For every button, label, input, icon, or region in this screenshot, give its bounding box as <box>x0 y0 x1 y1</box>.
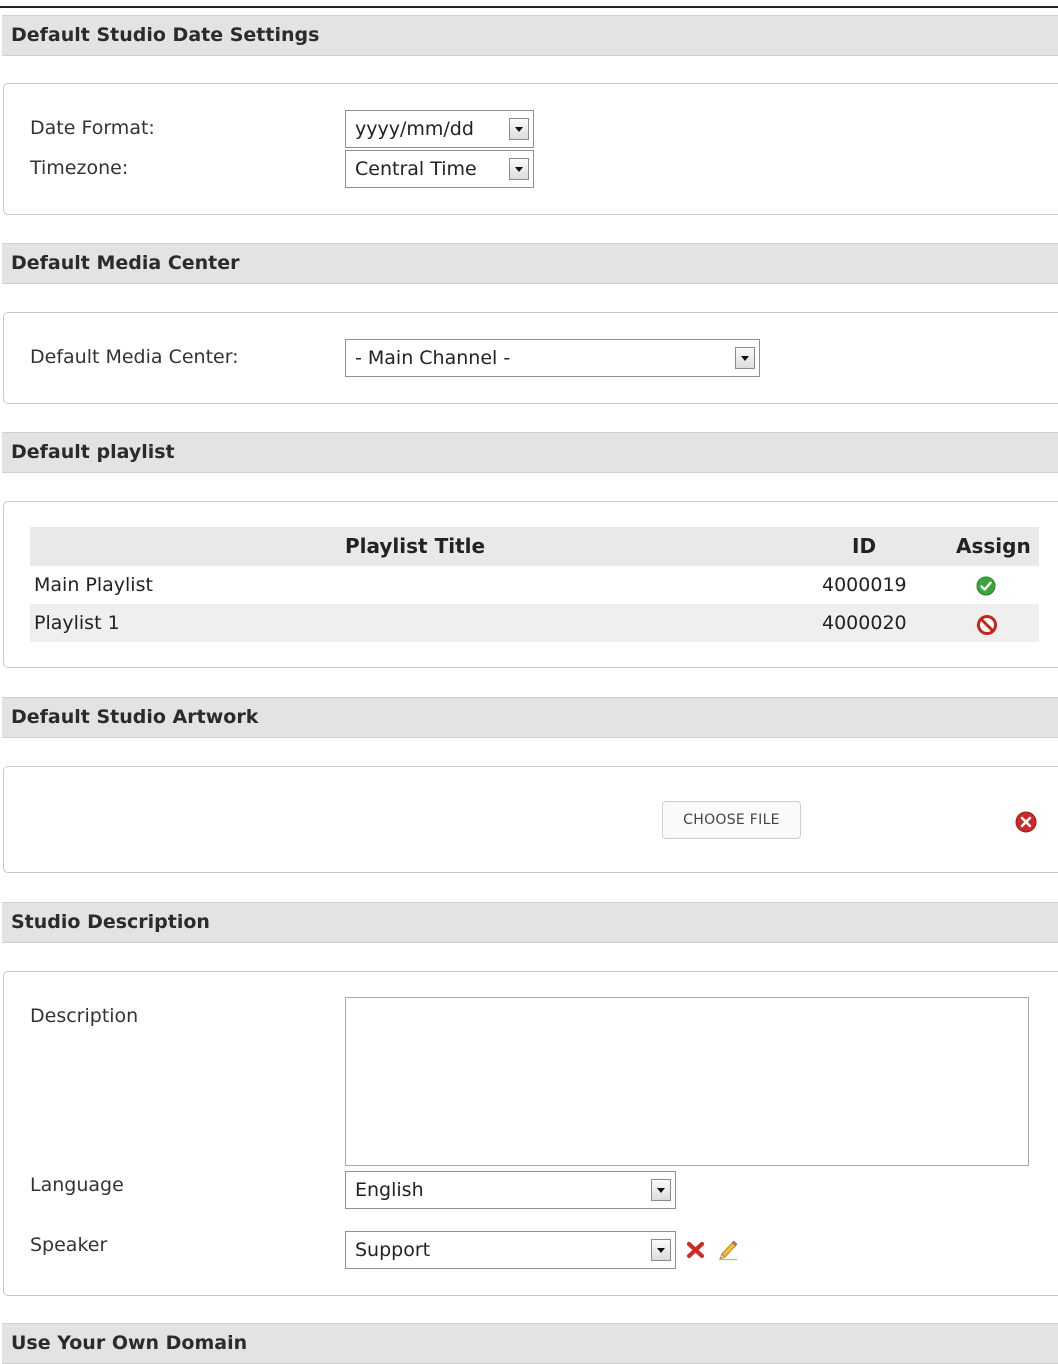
chevron-down-icon[interactable] <box>651 1179 671 1201</box>
table-row: Playlist 1 4000020 <box>30 604 1039 642</box>
media-center-header: Default Media Center <box>2 243 1058 284</box>
artwork-header: Default Studio Artwork <box>2 697 1058 738</box>
date-format-value: yyyy/mm/dd <box>355 118 474 140</box>
remove-circle-icon[interactable] <box>1015 811 1037 833</box>
prohibited-icon[interactable] <box>976 614 998 636</box>
timezone-select[interactable]: Central Time <box>345 150 534 188</box>
timezone-value: Central Time <box>355 158 477 180</box>
speaker-select[interactable]: Support <box>345 1231 676 1269</box>
chevron-down-icon[interactable] <box>651 1239 671 1261</box>
top-border-line <box>0 6 1058 8</box>
column-id: ID <box>852 534 877 558</box>
playlist-id-cell: 4000019 <box>822 574 907 596</box>
delete-x-icon[interactable] <box>686 1240 706 1260</box>
description-textarea[interactable] <box>345 997 1029 1166</box>
speaker-value: Support <box>355 1239 431 1261</box>
speaker-label: Speaker <box>30 1234 108 1256</box>
date-settings-panel <box>3 83 1058 215</box>
artwork-panel <box>3 766 1058 873</box>
timezone-label: Timezone: <box>30 157 129 179</box>
date-format-select[interactable]: yyyy/mm/dd <box>345 110 534 148</box>
date-format-label: Date Format: <box>30 117 155 139</box>
column-assign: Assign <box>956 534 1031 558</box>
language-select[interactable]: English <box>345 1171 676 1209</box>
media-center-select[interactable]: - Main Channel - <box>345 339 760 377</box>
language-value: English <box>355 1179 424 1201</box>
date-settings-header: Default Studio Date Settings <box>2 15 1058 56</box>
playlist-title-cell: Main Playlist <box>34 574 153 596</box>
chevron-down-icon[interactable] <box>509 118 529 140</box>
choose-file-button[interactable]: CHOOSE FILE <box>662 801 801 839</box>
language-label: Language <box>30 1174 124 1196</box>
playlist-title-cell: Playlist 1 <box>34 612 120 634</box>
column-playlist-title: Playlist Title <box>345 534 486 558</box>
pencil-icon[interactable] <box>716 1237 740 1261</box>
chevron-down-icon[interactable] <box>735 347 755 369</box>
table-row: Main Playlist 4000019 <box>30 566 1039 604</box>
own-domain-header: Use Your Own Domain <box>2 1323 1058 1364</box>
playlist-header: Default playlist <box>2 432 1058 473</box>
playlist-table-header: Playlist Title ID Assign <box>30 527 1039 566</box>
media-center-value: - Main Channel - <box>355 347 511 369</box>
playlist-id-cell: 4000020 <box>822 612 907 634</box>
studio-description-header: Studio Description <box>2 902 1058 943</box>
media-center-label: Default Media Center: <box>30 346 239 368</box>
check-circle-icon[interactable] <box>976 576 996 596</box>
chevron-down-icon[interactable] <box>509 158 529 180</box>
description-label: Description <box>30 1005 139 1027</box>
